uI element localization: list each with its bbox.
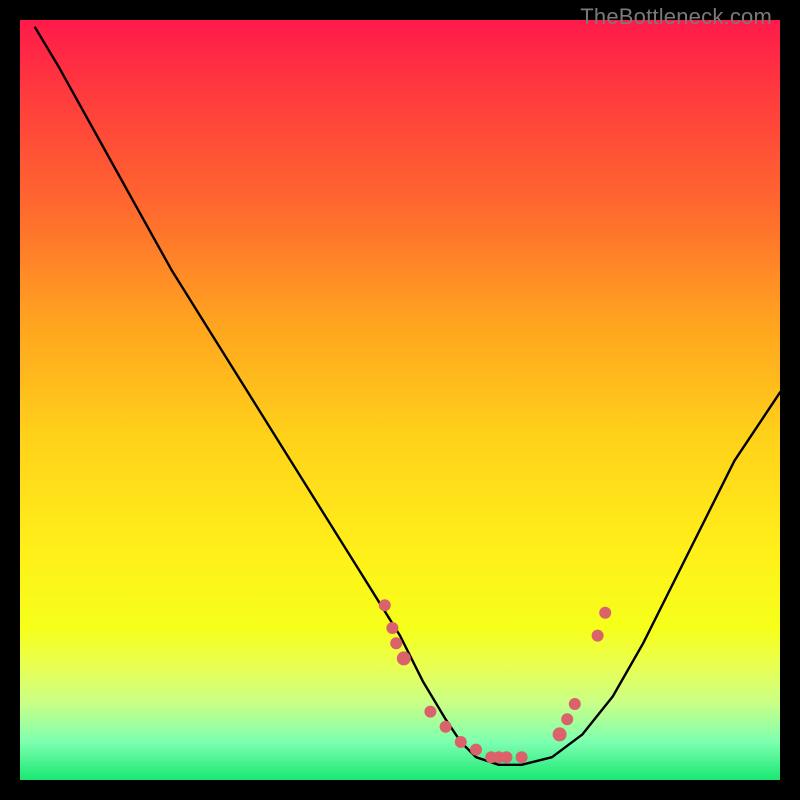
highlight-dot [553,727,567,741]
highlight-dot [500,751,512,763]
highlight-dot [379,599,391,611]
highlight-dot [569,698,581,710]
highlight-dot [516,751,528,763]
watermark-text: TheBottleneck.com [580,4,772,30]
highlight-dot [386,622,398,634]
highlight-dot [424,706,436,718]
highlight-dot [561,713,573,725]
highlight-dot [455,736,467,748]
highlight-dot [599,607,611,619]
highlight-dot [397,651,411,665]
highlight-dot [592,630,604,642]
highlight-dot [440,721,452,733]
highlight-dot [470,744,482,756]
chart-area [20,20,780,780]
highlight-dot [390,637,402,649]
chart-svg [20,20,780,780]
